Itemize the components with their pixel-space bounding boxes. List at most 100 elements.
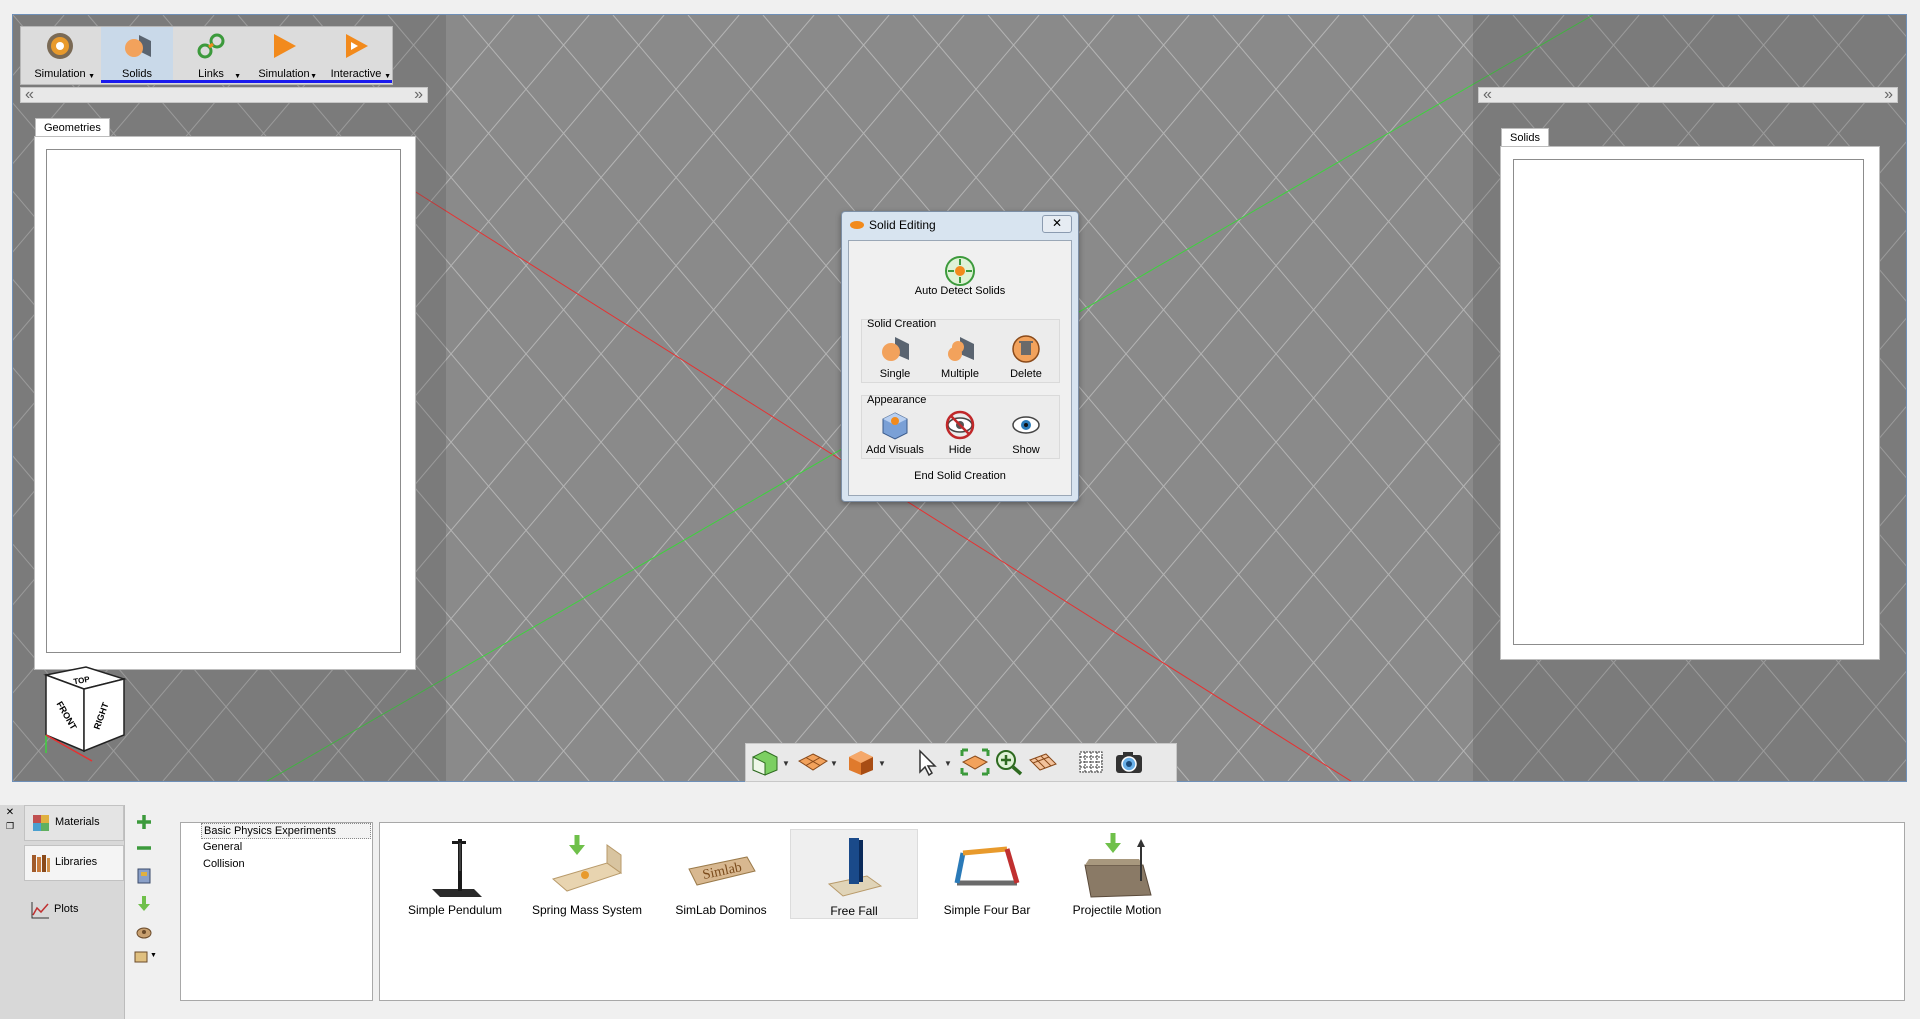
geometries-panel	[34, 136, 416, 670]
auto-detect-solids-button[interactable]: Auto Detect Solids	[905, 251, 1015, 299]
select-button[interactable]	[912, 748, 942, 777]
view-mode-dropdown[interactable]: ▼	[134, 950, 160, 970]
ribbon-toolbar: Simulation ▼ Solids Links ▼ Simulation ▼…	[20, 26, 393, 85]
gallery-item-spring-mass-system[interactable]: Spring Mass System	[524, 829, 650, 917]
add-visuals-icon	[882, 412, 908, 440]
remove-item-button[interactable]	[134, 838, 156, 858]
floor-view-button[interactable]	[1028, 748, 1058, 776]
solid-editing-dialog: Solid Editing ✕ Auto Detect Solids Solid…	[841, 211, 1079, 502]
zoom-icon	[996, 750, 1023, 776]
single-button[interactable]: Single	[865, 330, 925, 382]
gallery-label: Simple Four Bar	[943, 903, 1031, 917]
solids-list[interactable]	[1513, 159, 1864, 645]
camera-icon	[1116, 752, 1142, 773]
gallery-item-simlab-dominos[interactable]: Simlab SimLab Dominos	[658, 829, 784, 917]
nav-plots-label: Plots	[54, 903, 79, 915]
pendulum-thumbnail	[432, 839, 482, 897]
left-collapse-bar[interactable]: « »	[20, 86, 428, 104]
close-icon[interactable]: ✕	[4, 807, 16, 819]
right-collapse-bar[interactable]: « »	[1478, 86, 1898, 104]
collapse-left-icon[interactable]: «	[1483, 86, 1492, 104]
hide-label: Hide	[948, 444, 972, 456]
orientation-cube[interactable]: TOP FRONT RIGHT	[36, 665, 136, 765]
chevron-down-icon: ▼	[234, 73, 241, 80]
dialog-title: Solid Editing	[869, 218, 936, 232]
gallery-item-simple-four-bar[interactable]: Simple Four Bar	[924, 829, 1050, 917]
tree-item-general[interactable]: General	[203, 841, 242, 853]
chevron-down-icon: ▼	[88, 73, 95, 80]
tab-solids-label: Solids	[122, 68, 152, 80]
tree-item-basic-physics[interactable]: Basic Physics Experiments	[201, 823, 371, 839]
screenshot-button[interactable]	[1114, 748, 1144, 776]
tab-geometries[interactable]: Geometries	[35, 118, 110, 138]
add-visuals-label: Add Visuals	[866, 444, 924, 456]
import-library-button[interactable]	[134, 866, 156, 886]
tab-simulation-label: Simulation	[258, 68, 310, 80]
plots-icon	[31, 902, 49, 919]
nav-item-materials[interactable]: Materials	[24, 805, 124, 841]
gallery-item-free-fall[interactable]: Free Fall	[790, 829, 918, 919]
fit-all-button[interactable]	[960, 748, 990, 776]
tab-solids-panel[interactable]: Solids	[1501, 128, 1549, 148]
multiple-solids-icon	[948, 337, 974, 361]
app-menu-button[interactable]: Simulation ▼	[23, 27, 97, 83]
nav-libraries-label: Libraries	[55, 856, 98, 868]
nav-item-plots[interactable]: Plots	[24, 893, 122, 927]
solid-shading-icon	[849, 751, 873, 775]
tab-interactive[interactable]: Interactive ▼	[321, 27, 391, 83]
add-item-button[interactable]	[134, 812, 156, 832]
show-button[interactable]: Show	[996, 406, 1056, 458]
view-orientation-button[interactable]	[750, 748, 780, 776]
library-settings-button[interactable]	[134, 922, 156, 942]
nav-materials-label: Materials	[55, 816, 100, 828]
svg-text:Simlab: Simlab	[701, 860, 743, 883]
materials-icon	[33, 815, 49, 831]
solid-creation-group: Solid Creation Single Multiple Delete	[861, 318, 1060, 383]
grid-toggle-button[interactable]	[1076, 748, 1106, 776]
restore-icon[interactable]: ❐	[4, 821, 16, 833]
appearance-title: Appearance	[867, 394, 927, 406]
chevron-down-icon[interactable]: ▼	[878, 759, 886, 768]
geometries-list[interactable]	[46, 149, 401, 653]
gallery-label: Spring Mass System	[531, 903, 643, 917]
auto-detect-label: Auto Detect Solids	[914, 285, 1006, 297]
download-button[interactable]	[134, 894, 156, 914]
expand-right-icon[interactable]: »	[1884, 86, 1893, 104]
tree-item-collision[interactable]: Collision	[203, 858, 245, 870]
projectile-thumbnail	[1084, 833, 1152, 898]
chevron-down-icon[interactable]: ▼	[944, 759, 952, 768]
gallery-label: Simple Pendulum	[407, 903, 503, 917]
shading-button[interactable]	[846, 748, 876, 776]
links-icon	[197, 33, 225, 59]
gallery-item-projectile-motion[interactable]: Projectile Motion	[1054, 829, 1180, 917]
floor-icon	[797, 753, 829, 771]
view-toolbar: ▼ ▼ ▼ ▼	[745, 743, 1177, 782]
add-visuals-button[interactable]: Add Visuals	[865, 406, 925, 458]
zoom-area-button[interactable]	[994, 748, 1024, 776]
close-button[interactable]: ✕	[1042, 215, 1072, 233]
delete-button[interactable]: Delete	[996, 330, 1056, 382]
ribbon-underline	[101, 80, 392, 83]
plus-icon	[137, 815, 151, 829]
spring-mass-thumbnail	[551, 835, 623, 892]
gallery-item-simple-pendulum[interactable]: Simple Pendulum	[392, 829, 518, 917]
chevron-down-icon: ▼	[310, 73, 317, 80]
solid-creation-title: Solid Creation	[867, 318, 937, 330]
nav-item-libraries[interactable]: Libraries	[24, 845, 124, 881]
chevron-down-icon[interactable]: ▼	[830, 759, 838, 768]
tab-interactive-label: Interactive	[330, 68, 382, 80]
tab-links[interactable]: Links ▼	[175, 27, 247, 83]
simulation-app-icon	[47, 33, 73, 59]
multiple-button[interactable]: Multiple	[930, 330, 990, 382]
end-solid-creation-button[interactable]: End Solid Creation	[849, 470, 1071, 482]
expand-right-icon[interactable]: »	[414, 86, 423, 104]
tab-solids[interactable]: Solids	[101, 27, 173, 83]
chevron-down-icon[interactable]: ▼	[782, 759, 790, 768]
multiple-label: Multiple	[941, 368, 979, 380]
gallery-label: SimLab Dominos	[675, 903, 767, 917]
view-cube-icon	[752, 750, 778, 776]
tab-simulation[interactable]: Simulation ▼	[249, 27, 319, 83]
floor-grid-button[interactable]	[797, 748, 829, 776]
collapse-left-icon[interactable]: «	[25, 86, 34, 104]
hide-button[interactable]: Hide	[930, 406, 990, 458]
